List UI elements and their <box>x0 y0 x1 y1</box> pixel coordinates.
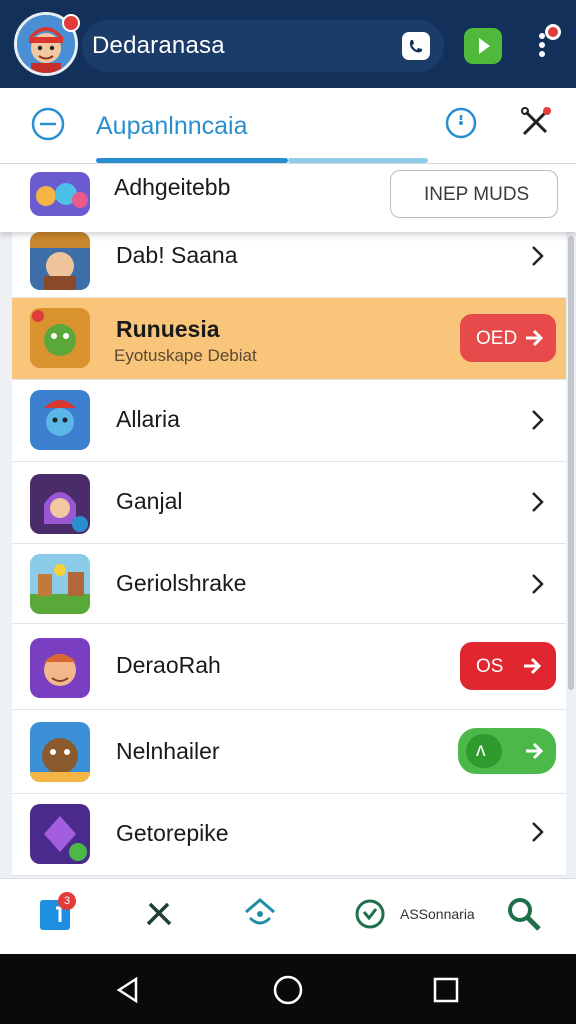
arrow-right-icon <box>524 326 544 350</box>
house-icon[interactable] <box>242 894 278 932</box>
tab-indicator <box>96 158 288 163</box>
chevron-right-icon[interactable] <box>528 244 548 268</box>
minus-circle-icon[interactable] <box>30 106 66 142</box>
list-item[interactable] <box>12 232 566 298</box>
recents-icon[interactable] <box>432 976 460 1004</box>
sub-header <box>0 88 576 164</box>
nav-badge: 3 <box>58 892 76 910</box>
os-button-label: OS <box>476 656 504 677</box>
back-icon[interactable] <box>114 976 142 1004</box>
list-item-label: Getorepike <box>116 820 229 846</box>
list-item-label: Nelnhailer <box>116 738 220 764</box>
ineps-muds-button-label: INEP MUDS <box>424 184 530 205</box>
app-icon <box>30 172 90 216</box>
list-item-label: Allaria <box>116 406 180 432</box>
tools-icon[interactable] <box>142 896 176 930</box>
list-item-label: Ganjal <box>116 488 183 514</box>
list-item[interactable] <box>12 544 566 624</box>
arrow-right-icon <box>524 739 544 763</box>
tab-indicator-secondary <box>288 158 428 163</box>
open-button-label: OED <box>476 328 518 349</box>
app-icon <box>30 390 90 450</box>
list-item-label: Geriolshrake <box>116 570 247 596</box>
app-icon <box>30 474 90 534</box>
scrollbar[interactable] <box>568 236 574 690</box>
play-button[interactable] <box>464 28 502 64</box>
arrow-right-icon <box>522 654 542 678</box>
search-icon[interactable] <box>506 896 542 932</box>
list-item[interactable] <box>12 380 566 462</box>
list-item-label: Adhgeitebb <box>114 174 231 200</box>
more-badge-icon <box>545 24 561 40</box>
check-icon[interactable] <box>354 898 386 930</box>
info-icon[interactable] <box>444 106 478 140</box>
section-title: Aupanlnncaia <box>96 112 248 140</box>
chevron-right-icon[interactable] <box>528 820 548 844</box>
list-item-label: DeraoRah <box>116 652 221 678</box>
nav-label[interactable]: ASSonnaria <box>400 906 475 922</box>
list-item-label: Dab! Saana <box>116 242 238 268</box>
app-icon <box>30 554 90 614</box>
home-circle-icon[interactable] <box>272 974 304 1006</box>
chevron-right-icon[interactable] <box>528 490 548 514</box>
app-icon <box>30 232 90 290</box>
list-item[interactable] <box>12 462 566 544</box>
phone-icon[interactable] <box>402 32 430 60</box>
list-item-sublabel: Eyotuskape Debiat <box>114 346 257 365</box>
app-icon <box>30 722 90 782</box>
app-icon <box>30 308 90 368</box>
list-item[interactable] <box>12 794 566 876</box>
notification-badge <box>62 14 80 32</box>
app-title: Dedaranasa <box>92 32 225 59</box>
tools-icon[interactable] <box>516 102 556 142</box>
bottom-navigation <box>0 878 576 954</box>
list-item-label: Runuesia <box>116 316 220 342</box>
app-icon <box>30 638 90 698</box>
chevron-right-icon[interactable] <box>528 572 548 596</box>
toggle-label: ᴧ <box>476 740 486 761</box>
chevron-right-icon[interactable] <box>528 408 548 432</box>
app-icon <box>30 804 90 864</box>
